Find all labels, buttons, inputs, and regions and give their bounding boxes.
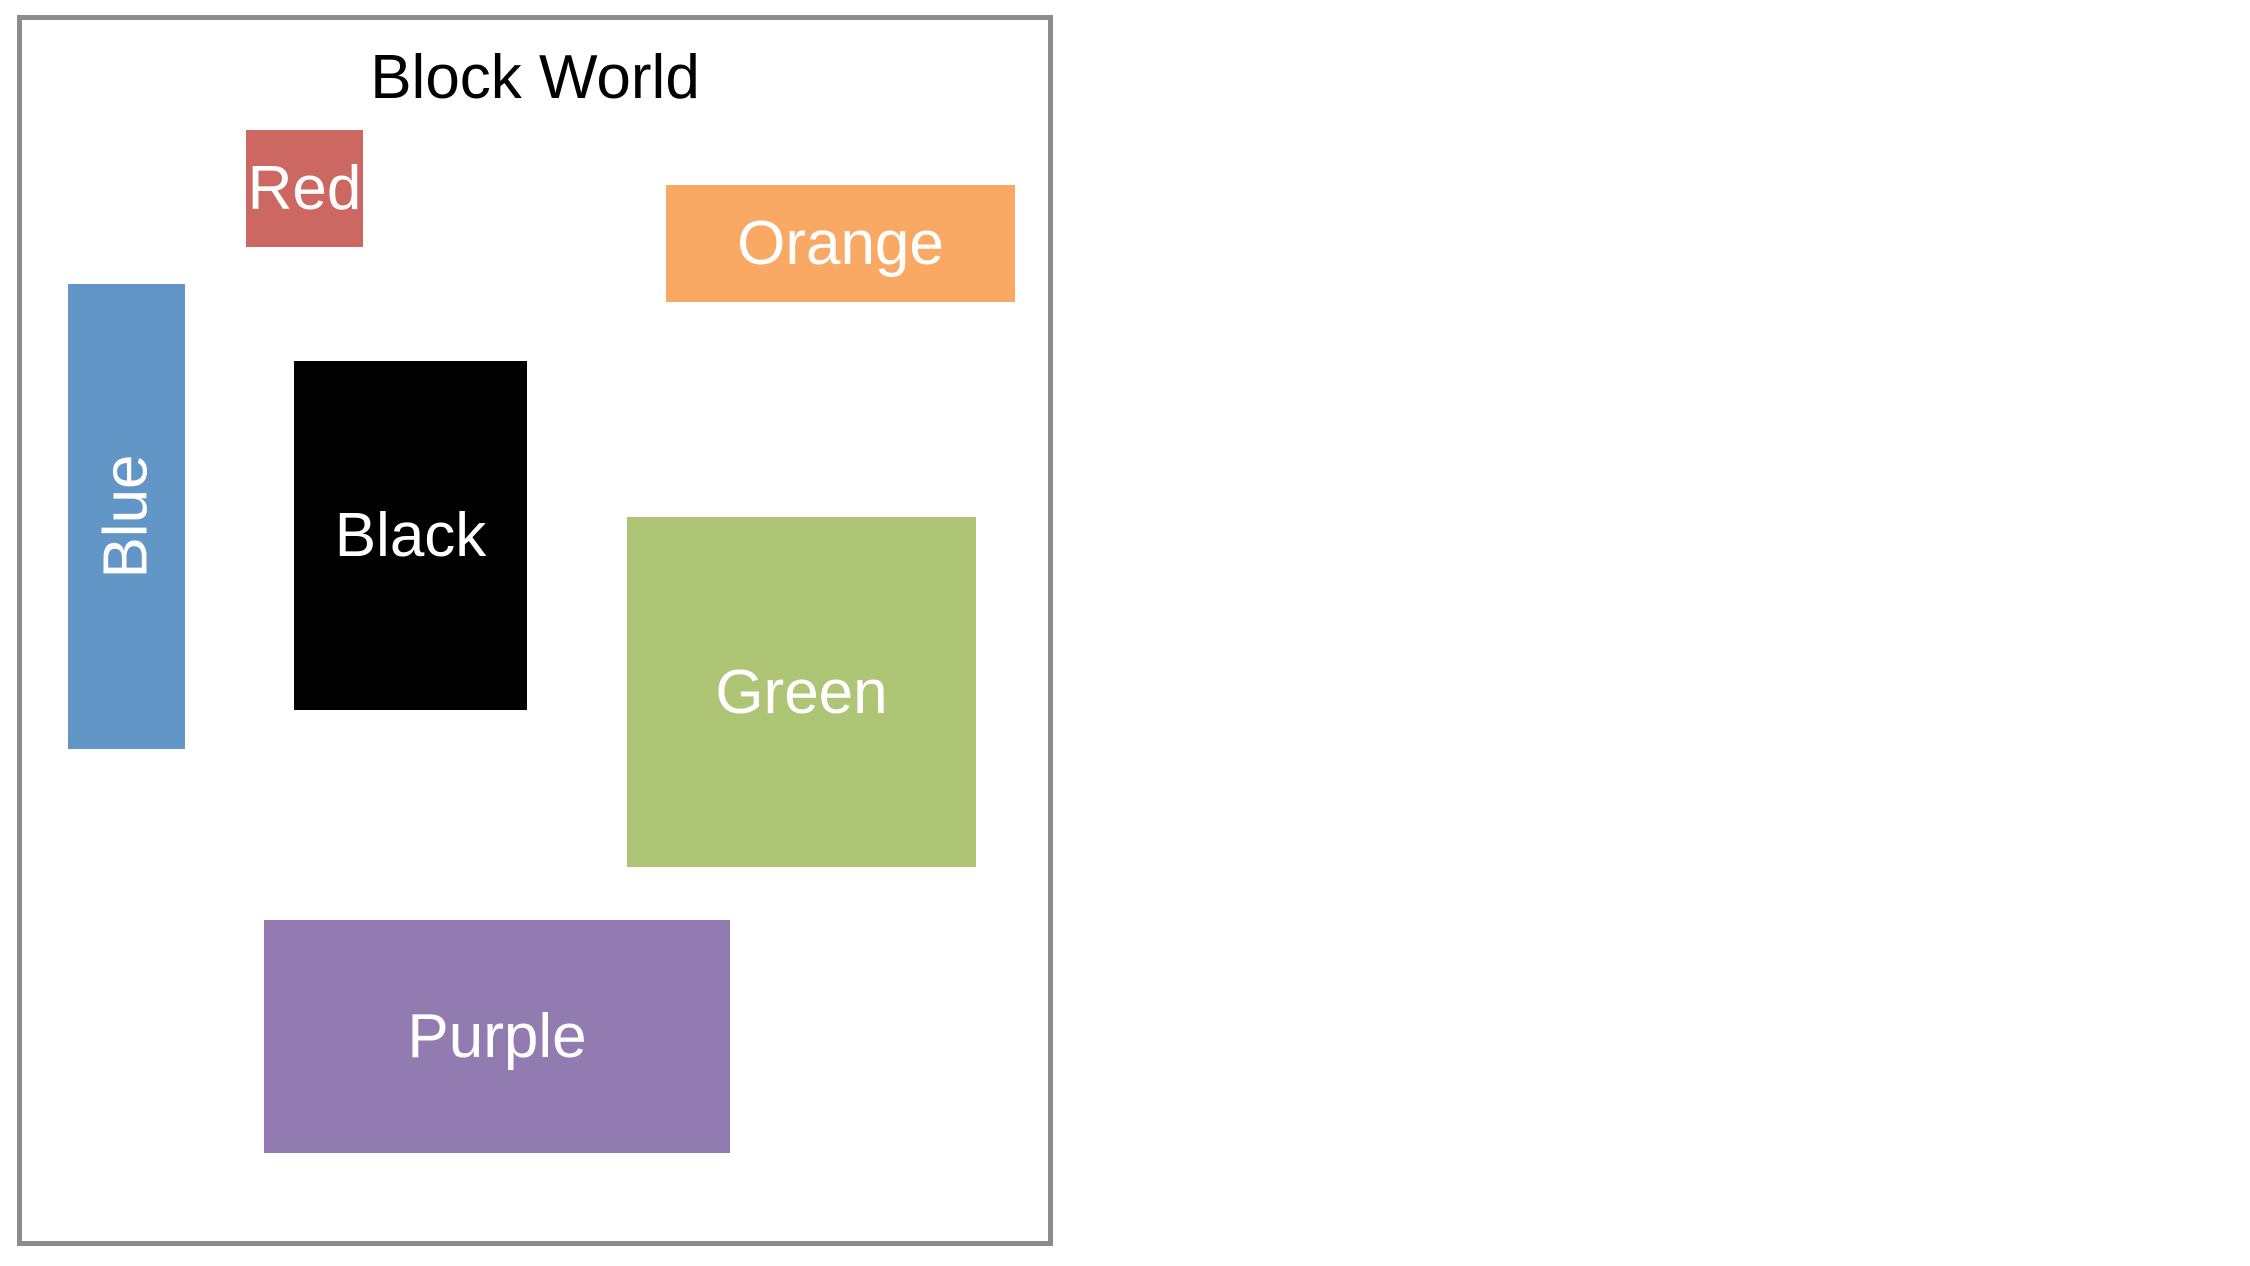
green-block: Green: [627, 517, 976, 867]
block-world-frame: Block World Red Orange Blue Black Green …: [17, 15, 1053, 1246]
black-block-label: Black: [334, 501, 487, 570]
black-block: Black: [294, 361, 527, 710]
purple-block-label: Purple: [407, 1002, 587, 1071]
red-block: Red: [246, 130, 363, 247]
blue-block: Blue: [68, 284, 185, 749]
green-block-label: Green: [715, 657, 888, 727]
orange-block-label: Orange: [737, 209, 944, 278]
red-block-label: Red: [247, 154, 362, 223]
purple-block: Purple: [264, 920, 730, 1153]
diagram-title: Block World: [370, 43, 700, 112]
orange-block: Orange: [666, 185, 1015, 302]
blue-block-label: Blue: [92, 454, 161, 579]
